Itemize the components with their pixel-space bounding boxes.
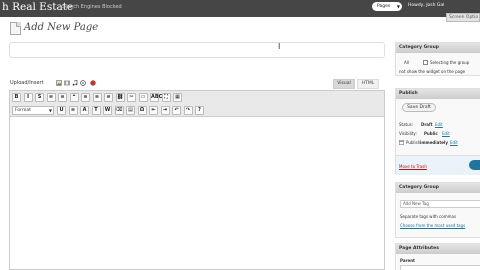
tab-visual[interactable]: Visual bbox=[333, 79, 355, 89]
publish-edit-link[interactable]: Edit bbox=[450, 140, 458, 145]
undo-icon[interactable]: ↶ bbox=[172, 106, 181, 115]
add-flash-icon[interactable] bbox=[90, 80, 96, 86]
paste-word-icon[interactable]: W bbox=[103, 106, 112, 115]
numbered-list-icon[interactable]: ≡ bbox=[58, 93, 67, 102]
more-tag-icon[interactable]: ▭ bbox=[138, 93, 148, 102]
help-icon[interactable]: ? bbox=[195, 106, 204, 115]
format-select[interactable]: Format ▼ bbox=[12, 106, 54, 115]
tab-html[interactable]: HTML bbox=[357, 79, 379, 89]
bullet-list-icon[interactable]: ≡ bbox=[46, 93, 56, 102]
category-group-2-title[interactable]: Category Group bbox=[396, 183, 480, 193]
separate-tags-hint: Separate tags with commas bbox=[400, 214, 457, 219]
justify-icon[interactable]: ≡ bbox=[68, 106, 78, 115]
spellcheck-icon[interactable]: ABC bbox=[150, 93, 162, 102]
publish-label: Publish bbox=[406, 140, 421, 145]
page-attributes-title[interactable]: Page Attributes bbox=[396, 244, 480, 254]
indent-icon[interactable]: ⇥ bbox=[160, 106, 170, 115]
howdy-greeting[interactable]: Howdy, Josh Gal bbox=[408, 3, 444, 8]
parent-select[interactable] bbox=[400, 265, 480, 270]
link-icon[interactable]: ⛓ bbox=[115, 93, 125, 102]
screen-options-button[interactable]: Screen Optio bbox=[446, 13, 480, 22]
add-video-icon[interactable] bbox=[64, 80, 70, 86]
visibility-value: Public bbox=[424, 131, 438, 136]
add-new-tag-input[interactable]: Add New Tag bbox=[400, 200, 480, 208]
visibility-edit-link[interactable]: Edit bbox=[442, 131, 450, 136]
fullscreen-icon[interactable]: ⛶ bbox=[161, 93, 171, 102]
status-label: Status: bbox=[399, 122, 414, 127]
page-select-value: Pages bbox=[377, 4, 391, 9]
unlink-icon[interactable]: ✂ bbox=[127, 93, 136, 102]
chevron-down-icon: ▼ bbox=[396, 4, 400, 9]
choose-most-used-link[interactable]: Choose from the most used tags bbox=[400, 223, 465, 228]
publish-button[interactable] bbox=[469, 160, 480, 170]
calendar-icon bbox=[399, 140, 404, 145]
group-hint-line-1: Selecting the group bbox=[430, 60, 470, 65]
site-tagline: Search Engines Blocked bbox=[62, 4, 122, 10]
special-char-icon[interactable]: Ω bbox=[137, 106, 147, 115]
kitchen-sink-icon[interactable]: ▦ bbox=[173, 93, 182, 102]
add-image-icon[interactable] bbox=[56, 80, 62, 86]
publish-value: immediately bbox=[420, 140, 448, 145]
underline-icon[interactable]: U bbox=[57, 106, 66, 115]
italic-icon[interactable]: I bbox=[23, 93, 33, 102]
group-checkbox[interactable] bbox=[423, 60, 428, 65]
status-edit-link[interactable]: Edit bbox=[435, 122, 443, 127]
save-draft-button[interactable]: Save Draft bbox=[402, 103, 436, 112]
admin-header: h Real Estate Search Engines Blocked Pag… bbox=[0, 0, 480, 17]
add-media-icon[interactable] bbox=[80, 80, 86, 86]
bold-icon[interactable]: B bbox=[12, 93, 21, 102]
visibility-label: Visibility: bbox=[399, 131, 417, 136]
publish-actions: Move to Trash bbox=[396, 155, 480, 175]
move-to-trash-link[interactable]: Move to Trash bbox=[399, 164, 427, 169]
page-icon bbox=[10, 22, 21, 35]
align-left-icon[interactable]: ≡ bbox=[81, 93, 90, 102]
format-select-value: Format bbox=[15, 108, 31, 113]
content-editor[interactable]: B I S ≡ ≡ ❝ ≡ ≡ ≡ ⛓ ✂ ▭ ABC ⛶ ▦ Format ▼ U ≡ A T W ⌫ ▤ Ω ⇤ ⇥ ↶ ↷? bbox=[9, 90, 385, 270]
paste-text-icon[interactable]: T bbox=[91, 106, 101, 115]
page-title: Add New Page bbox=[24, 22, 99, 33]
chevron-down-icon: ▼ bbox=[48, 108, 52, 113]
status-value: Draft bbox=[421, 122, 433, 127]
sidebar: Category Group All Selecting the group n… bbox=[395, 42, 480, 270]
publish-box: Publish Save Draft Status: Draft Edit Vi… bbox=[395, 88, 480, 175]
category-group-box-2: Category Group Add New Tag Separate tags… bbox=[395, 182, 480, 238]
group-hint-line-2: not show the widget on the page bbox=[399, 69, 466, 74]
editor-toolbar-row-1: B I S ≡ ≡ ❝ ≡ ≡ ≡ ⛓ ✂ ▭ ABC ⛶ ▦ bbox=[10, 91, 384, 104]
favorite-actions-select[interactable]: Pages ▼ bbox=[372, 2, 402, 11]
category-group-box: Category Group All Selecting the group n… bbox=[395, 42, 480, 76]
page-attributes-box: Page Attributes Parent bbox=[395, 243, 480, 270]
title-input[interactable] bbox=[9, 42, 385, 58]
text-cursor-icon: I bbox=[278, 42, 281, 51]
category-group-title[interactable]: Category Group bbox=[396, 43, 480, 53]
align-center-icon[interactable]: ≡ bbox=[92, 93, 102, 102]
upload-insert-label: Upload/Insert bbox=[10, 80, 44, 86]
all-label[interactable]: All bbox=[404, 60, 409, 65]
parent-label: Parent bbox=[400, 258, 415, 263]
wordpress-add-page-screen: h Real Estate Search Engines Blocked Pag… bbox=[0, 0, 480, 270]
outdent-icon[interactable]: ⇤ bbox=[149, 106, 158, 115]
strikethrough-icon[interactable]: S bbox=[35, 93, 44, 102]
align-right-icon[interactable]: ≡ bbox=[104, 93, 113, 102]
blockquote-icon[interactable]: ❝ bbox=[69, 93, 79, 102]
remove-format-icon[interactable]: ⌫ bbox=[114, 106, 124, 115]
media-icon[interactable]: ▤ bbox=[126, 106, 135, 115]
add-audio-icon[interactable] bbox=[72, 80, 78, 86]
text-color-icon[interactable]: A bbox=[80, 106, 89, 115]
editor-toolbar-row-2: Format ▼ U ≡ A T W ⌫ ▤ Ω ⇤ ⇥ ↶ ↷? bbox=[10, 104, 384, 117]
publish-title[interactable]: Publish bbox=[396, 89, 480, 99]
redo-icon[interactable]: ↷ bbox=[183, 106, 193, 115]
